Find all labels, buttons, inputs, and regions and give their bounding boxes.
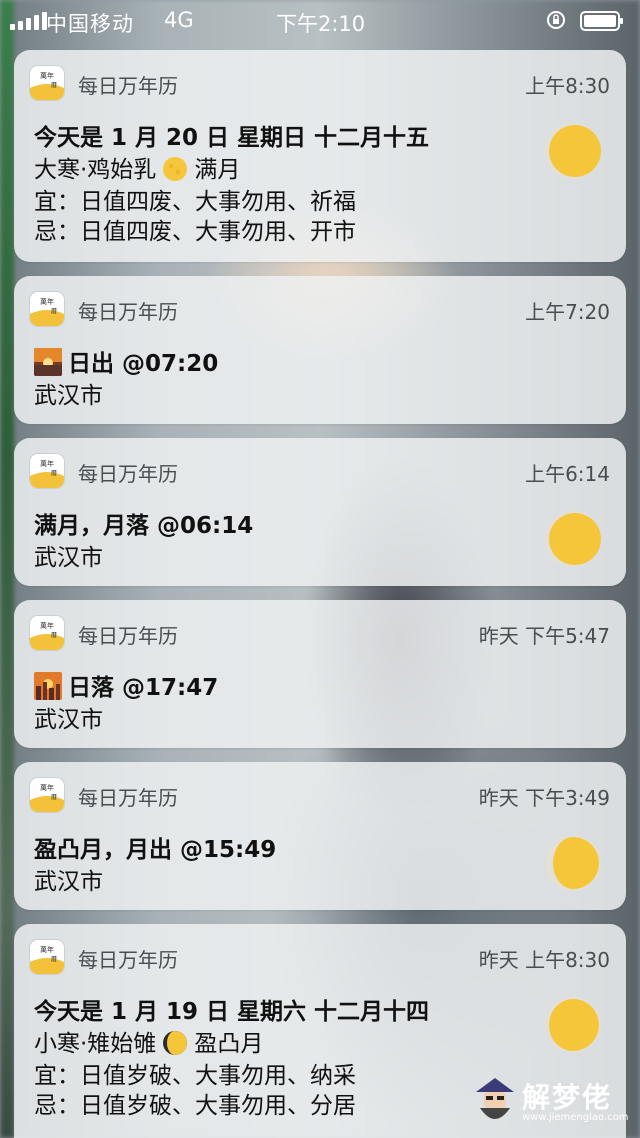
svg-text:曆: 曆: [51, 470, 57, 477]
waxing-gibbous-moon-icon: [545, 835, 601, 891]
full-moon-icon: [163, 157, 188, 181]
calendar-app-icon: 萬年 曆: [30, 940, 64, 974]
avoid-line: 忌：日值四废、大事勿用、开市: [34, 219, 356, 245]
moon-phase: 满月: [194, 157, 241, 183]
carrier-name: 中国移动: [46, 12, 134, 36]
calendar-app-icon: 萬年 曆: [30, 292, 64, 326]
watermark-url: www.jiemenglao.com: [522, 1112, 629, 1123]
app-name: 每日万年历: [78, 74, 178, 98]
notification-card[interactable]: 萬年 曆 每日万年历 上午6:14 满月，月落 @06:14 武汉市: [14, 438, 626, 586]
notification-title: 盈凸月，月出 @15:49: [34, 837, 277, 863]
location: 武汉市: [34, 707, 103, 733]
notification-title-text: 日出 @07:20: [68, 351, 219, 377]
network-type: 4G: [164, 8, 194, 32]
location: 武汉市: [34, 383, 103, 409]
watermark: 解梦佬 www.jiemenglao.com: [470, 1070, 630, 1132]
notification-time: 上午7:20: [525, 300, 610, 324]
notification-title: 满月，月落 @06:14: [34, 513, 254, 539]
app-name: 每日万年历: [78, 462, 178, 486]
solar-term: 小寒·雉始雊: [34, 1031, 157, 1057]
app-name: 每日万年历: [78, 948, 178, 972]
moon-phase: 盈凸月: [194, 1031, 264, 1057]
notification-time: 昨天 上午8:30: [478, 948, 610, 972]
notification-title: 日落 @17:47: [34, 668, 218, 702]
notification-title: 今天是 1 月 19 日 星期六 十二月十四: [34, 999, 430, 1025]
app-name: 每日万年历: [78, 300, 178, 324]
svg-text:曆: 曆: [51, 956, 57, 963]
app-name: 每日万年历: [78, 624, 178, 648]
svg-text:曆: 曆: [51, 632, 57, 639]
notification-line: 小寒·雉始雊 盈凸月: [34, 1024, 263, 1058]
suitable-line: 宜：日值四废、大事勿用、祈福: [34, 189, 356, 215]
waxing-gibbous-moon-icon: [163, 1031, 188, 1055]
svg-text:萬年: 萬年: [40, 783, 54, 792]
notification-time: 上午6:14: [525, 462, 610, 486]
app-name: 每日万年历: [78, 786, 178, 810]
notification-card[interactable]: 萬年 曆 每日万年历 昨天 下午3:49 盈凸月，月出 @15:49 武汉市: [14, 762, 626, 910]
status-bar: 中国移动 4G 下午2:10: [0, 0, 640, 40]
moon-icon: [545, 123, 601, 179]
watermark-text: 解梦佬: [522, 1081, 613, 1114]
rotation-lock-icon: [547, 11, 565, 29]
calendar-app-icon: 萬年 曆: [30, 778, 64, 812]
svg-text:曆: 曆: [51, 794, 57, 801]
avoid-line: 忌：日值岁破、大事勿用、分居: [34, 1093, 356, 1119]
calendar-app-icon: 萬年 曆: [30, 454, 64, 488]
calendar-app-icon: 萬年 曆: [30, 66, 64, 100]
status-clock: 下午2:10: [276, 12, 366, 36]
sunset-icon: [34, 672, 62, 700]
solar-term: 大寒·鸡始乳: [34, 157, 157, 183]
notification-title-text: 日落 @17:47: [68, 675, 219, 701]
svg-text:曆: 曆: [51, 82, 57, 89]
moon-icon: [545, 997, 601, 1053]
svg-text:萬年: 萬年: [40, 459, 54, 468]
svg-text:萬年: 萬年: [40, 945, 54, 954]
signal-bars-icon: [10, 12, 47, 30]
suitable-line: 宜：日值岁破、大事勿用、纳采: [34, 1063, 356, 1089]
fortune-teller-logo-icon: [476, 1078, 514, 1119]
notification-card[interactable]: 萬年 曆 每日万年历 上午8:30 今天是 1 月 20 日 星期日 十二月十五…: [14, 50, 626, 262]
notification-card[interactable]: 萬年 曆 每日万年历 上午7:20 日出 @07:20 武汉市: [14, 276, 626, 424]
calendar-app-icon: 萬年 曆: [30, 616, 64, 650]
notification-title: 今天是 1 月 20 日 星期日 十二月十五: [34, 125, 430, 151]
location: 武汉市: [34, 545, 103, 571]
svg-text:萬年: 萬年: [40, 621, 54, 630]
sunrise-icon: [34, 348, 62, 376]
notification-time: 上午8:30: [525, 74, 610, 98]
notification-time: 昨天 下午5:47: [478, 624, 610, 648]
battery-icon: [580, 11, 623, 31]
svg-text:萬年: 萬年: [40, 297, 54, 306]
svg-text:萬年: 萬年: [40, 71, 54, 80]
notification-line: 大寒·鸡始乳 满月: [34, 150, 240, 184]
svg-text:曆: 曆: [51, 308, 57, 315]
moon-icon: [545, 511, 601, 567]
location: 武汉市: [34, 869, 103, 895]
notification-title: 日出 @07:20: [34, 344, 218, 378]
notification-card[interactable]: 萬年 曆 每日万年历 昨天 下午5:47 日落 @17:47 武汉市: [14, 600, 626, 748]
notification-time: 昨天 下午3:49: [478, 786, 610, 810]
